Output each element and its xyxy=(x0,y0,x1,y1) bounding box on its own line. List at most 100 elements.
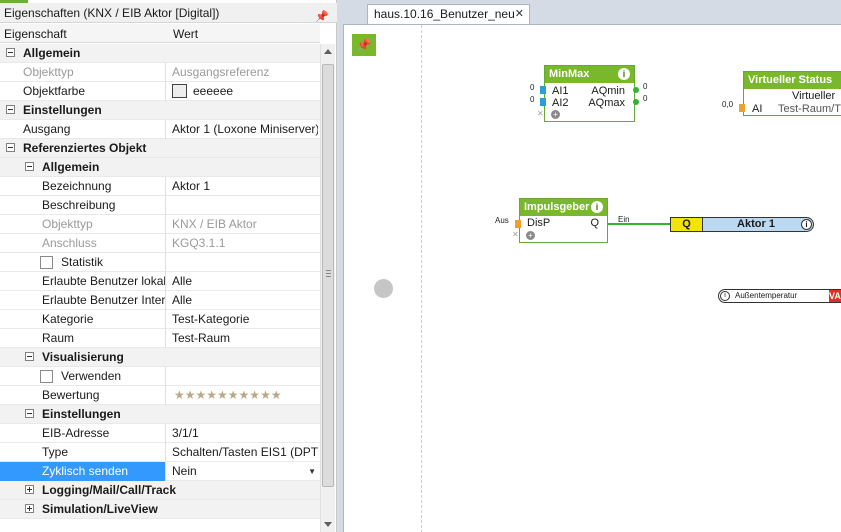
impulse-extra-pin-icon[interactable]: ✕ xyxy=(512,230,519,239)
add-input-icon[interactable]: + xyxy=(551,110,560,119)
property-row[interactable]: Objekttyp KNX / EIB Aktor xyxy=(0,215,320,234)
property-value[interactable]: Alle xyxy=(172,272,318,291)
property-value[interactable]: Ausgangsreferenz xyxy=(172,63,318,82)
virtual-status-block[interactable]: Virtueller Status Virtueller AI Test-Rau… xyxy=(743,71,841,116)
property-row[interactable]: Objekttyp Ausgangsreferenz xyxy=(0,63,320,82)
property-row[interactable]: EIB-Adresse 3/1/1 xyxy=(0,424,320,443)
category-row[interactable]: Referenziertes Objekt xyxy=(0,139,320,158)
info-icon[interactable]: i xyxy=(801,219,812,230)
color-swatch[interactable] xyxy=(172,84,187,98)
value-text: Test-Raum xyxy=(172,331,231,345)
property-row[interactable]: Anschluss KGQ3.1.1 xyxy=(0,234,320,253)
value-text: 3/1/1 xyxy=(172,426,199,440)
property-row[interactable]: Bezeichnung Aktor 1 xyxy=(0,177,320,196)
scrollbar-thumb[interactable] xyxy=(322,64,334,487)
canvas-handle-dot[interactable] xyxy=(374,279,393,298)
checkbox[interactable] xyxy=(40,256,53,269)
property-row[interactable]: Zyklisch senden Nein ▼ xyxy=(0,462,320,481)
impulse-block-header: Impulsgeber i xyxy=(520,199,607,216)
checkbox[interactable] xyxy=(40,370,53,383)
property-row[interactable]: Erlaubte Benutzer lokal Alle xyxy=(0,272,320,291)
actuator-input-pin[interactable]: Q xyxy=(671,218,703,231)
property-value[interactable]: Aktor 1 xyxy=(172,177,318,196)
property-value[interactable]: Schalten/Tasten EIS1 (DPT1) xyxy=(172,443,318,462)
category-row[interactable]: Allgemein xyxy=(0,158,320,177)
expand-icon[interactable] xyxy=(25,485,34,494)
close-tab-icon[interactable]: ✕ xyxy=(515,5,524,23)
properties-title: Eigenschaften (KNX / EIB Aktor [Digital]… xyxy=(0,3,337,23)
expand-icon[interactable] xyxy=(25,504,34,513)
category-row[interactable]: Simulation/LiveView xyxy=(0,500,320,519)
pin-toolbar-button[interactable]: 📌 xyxy=(352,34,376,56)
category-row[interactable]: Logging/Mail/Call/Track xyxy=(0,481,320,500)
minmax-input-2-pin[interactable] xyxy=(540,98,546,106)
property-value[interactable] xyxy=(172,253,318,272)
virtual-status-header: Virtueller Status xyxy=(744,72,841,89)
property-value[interactable]: ★★★★★★★★★★ xyxy=(172,386,318,405)
category-row[interactable]: Einstellungen xyxy=(0,405,320,424)
rating-stars-icon[interactable]: ★★★★★★★★★★ xyxy=(174,386,282,405)
category-row[interactable]: Einstellungen xyxy=(0,101,320,120)
scroll-up-arrow-icon[interactable] xyxy=(324,49,332,54)
property-row[interactable]: Bewertung ★★★★★★★★★★ xyxy=(0,386,320,405)
category-label: Referenziertes Objekt xyxy=(23,141,147,155)
dropdown-arrow-icon[interactable]: ▼ xyxy=(308,462,316,481)
property-value[interactable]: KGQ3.1.1 xyxy=(172,234,318,253)
program-canvas[interactable]: 📌 MinMax i AI1 AI2 AQmin AQmax + ✕ 0 0 0… xyxy=(343,24,841,532)
property-value[interactable]: KNX / EIB Aktor xyxy=(172,215,318,234)
property-row[interactable]: Erlaubte Benutzer Internet Alle xyxy=(0,291,320,310)
property-value[interactable] xyxy=(172,196,318,215)
vertical-scrollbar[interactable] xyxy=(320,44,335,532)
property-row[interactable]: Objektfarbe eeeeee xyxy=(0,82,320,101)
property-value[interactable]: Nein ▼ xyxy=(172,462,318,481)
minmax-extra-pin-icon[interactable]: ✕ xyxy=(537,109,544,118)
property-value[interactable]: eeeeee xyxy=(172,82,318,101)
collapse-icon[interactable] xyxy=(6,105,15,114)
property-row[interactable]: Kategorie Test-Kategorie xyxy=(0,310,320,329)
sensor-reference[interactable]: i Außentemperatur VA xyxy=(718,289,841,303)
category-row[interactable]: Visualisierung xyxy=(0,348,320,367)
property-row[interactable]: Ausgang Aktor 1 (Loxone Miniserver) xyxy=(0,120,320,139)
sensor-output-tag[interactable]: VA xyxy=(829,290,841,302)
property-value[interactable]: Alle xyxy=(172,291,318,310)
minmax-output-1-pin[interactable] xyxy=(633,87,639,93)
scroll-down-arrow-icon[interactable] xyxy=(324,522,332,527)
property-value[interactable]: Aktor 1 (Loxone Miniserver) xyxy=(172,120,318,139)
minmax-output-2: AQmax xyxy=(588,97,625,109)
actuator-reference[interactable]: Q Aktor 1 i xyxy=(670,217,814,232)
property-name: Objektfarbe xyxy=(0,82,166,101)
collapse-icon[interactable] xyxy=(25,162,34,171)
minmax-output-2-pin[interactable] xyxy=(633,99,639,105)
connection-line[interactable] xyxy=(607,223,672,225)
collapse-icon[interactable] xyxy=(25,409,34,418)
property-name: Type xyxy=(0,443,166,462)
document-tab[interactable]: haus.10.16_Benutzer_neu ✕ xyxy=(367,4,530,24)
property-row[interactable]: Raum Test-Raum xyxy=(0,329,320,348)
property-row[interactable]: Statistik xyxy=(0,253,320,272)
property-row[interactable]: Type Schalten/Tasten EIS1 (DPT1) xyxy=(0,443,320,462)
minmax-output-1-value: 0 xyxy=(643,82,648,91)
minmax-block[interactable]: MinMax i AI1 AI2 AQmin AQmax + xyxy=(544,65,635,122)
virtual-status-input-pin[interactable] xyxy=(739,104,745,112)
collapse-icon[interactable] xyxy=(6,48,15,57)
property-value[interactable] xyxy=(172,367,318,386)
add-input-icon[interactable]: + xyxy=(526,231,535,240)
category-label: Visualisierung xyxy=(42,350,124,364)
info-icon[interactable]: i xyxy=(591,201,603,213)
impulse-input-pin[interactable] xyxy=(515,220,521,228)
property-name: Raum xyxy=(0,329,166,348)
property-value[interactable]: 3/1/1 xyxy=(172,424,318,443)
virtual-status-input-value: 0,0 xyxy=(722,100,734,109)
info-icon[interactable]: i xyxy=(720,291,730,301)
collapse-icon[interactable] xyxy=(25,352,34,361)
impulse-block[interactable]: Impulsgeber i DisP Q + xyxy=(519,198,608,243)
property-row[interactable]: Verwenden xyxy=(0,367,320,386)
property-value[interactable]: Test-Raum xyxy=(172,329,318,348)
minmax-input-1-pin[interactable] xyxy=(540,86,546,94)
property-value[interactable]: Test-Kategorie xyxy=(172,310,318,329)
category-row[interactable]: Allgemein xyxy=(0,44,320,63)
property-row[interactable]: Beschreibung xyxy=(0,196,320,215)
info-icon[interactable]: i xyxy=(618,68,630,80)
property-label: Anschluss xyxy=(42,236,97,250)
collapse-icon[interactable] xyxy=(6,143,15,152)
